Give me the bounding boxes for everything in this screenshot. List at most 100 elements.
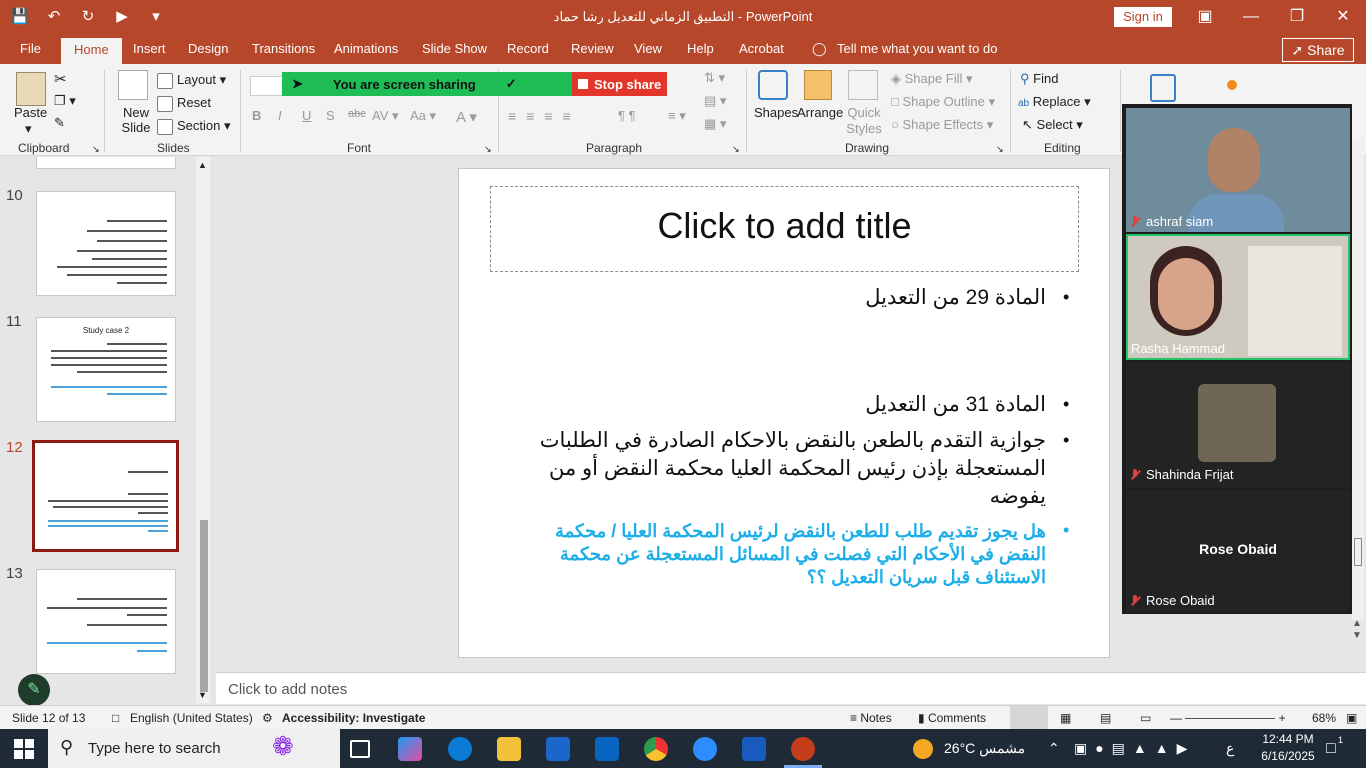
drawing-launcher-icon[interactable]: ↘ [996,144,1004,155]
font-launcher-icon[interactable]: ↘ [484,144,492,155]
copy-icon[interactable]: ❐ ▾ [54,93,76,109]
fit-slide-icon[interactable]: ▣ [1346,711,1357,725]
slide-thumbnail-10[interactable] [36,191,176,296]
shape-outline-button[interactable]: □ Shape Outline ▾ [891,94,995,110]
paste-dropdown-icon[interactable]: ▾ [25,121,32,137]
tab-acrobat[interactable]: Acrobat [739,41,784,56]
font-name-box[interactable] [250,76,286,96]
reading-view-icon[interactable]: ▤ [1100,711,1111,725]
slide-sorter-icon[interactable]: ▦ [1060,711,1071,725]
italic-button[interactable]: I [278,108,282,123]
tab-slide-show[interactable]: Slide Show [422,41,487,56]
quick-styles-icon[interactable] [848,70,878,100]
share-button[interactable]: ➚ Share [1282,38,1354,62]
paste-icon[interactable] [16,72,46,106]
share-tools-icons[interactable]: ✓ [506,76,517,92]
text-direction-icon[interactable]: ⇅ ▾ [704,70,725,86]
tab-animations[interactable]: Animations [334,41,398,56]
slide-question[interactable]: هل يجوز تقديم طلب للطعن بالنقض لرئيس الم… [514,520,1046,589]
change-case-button[interactable]: Aa ▾ [410,108,436,124]
shape-effects-button[interactable]: ○ Shape Effects ▾ [891,117,993,133]
notification-center-icon[interactable]: □ [1326,740,1336,758]
input-language[interactable]: ع [1226,740,1234,757]
editor-scroll-thumb[interactable] [1354,538,1362,566]
show-hidden-icons[interactable]: ⌃ [1048,740,1060,757]
taskbar-clock[interactable]: 12:44 PM 6/16/2025 [1258,731,1318,765]
stop-share-button[interactable]: Stop share [572,72,667,96]
font-color-button[interactable]: A ▾ [456,108,477,126]
weather-icon[interactable] [913,739,933,759]
tab-insert[interactable]: Insert [133,41,166,56]
minimize-button[interactable]: — [1238,4,1264,30]
tab-home[interactable]: Home [61,38,122,64]
tab-design[interactable]: Design [188,41,228,56]
new-slide-icon[interactable] [118,70,148,100]
taskbar-search[interactable]: ⚲ Type here to search ❁ [48,729,340,768]
tab-view[interactable]: View [634,41,662,56]
scroll-up-icon[interactable]: ▲ [198,160,207,170]
tab-record[interactable]: Record [507,41,549,56]
windows-start-icon[interactable] [14,739,34,759]
tell-me-search[interactable]: Tell me what you want to do [837,41,997,56]
find-button[interactable]: ⚲ Find [1020,71,1058,87]
select-button[interactable]: ↖ Select ▾ [1022,117,1083,133]
columns-button[interactable]: ≡ ▾ [668,108,686,124]
scrollbar-thumb[interactable] [200,520,208,692]
comments-button[interactable]: ▮ Comments [918,711,986,725]
task-view-icon[interactable] [350,740,370,758]
pin-icon[interactable]: ➤ [292,76,303,92]
slideshow-view-icon[interactable]: ▭ [1140,711,1151,725]
designer-icon[interactable] [1227,80,1237,90]
spelling-icon[interactable]: □ [112,711,119,725]
edge-icon[interactable] [448,737,472,761]
shapes-icon[interactable] [758,70,788,100]
ribbon-display-icon[interactable]: ▣ [1192,4,1218,30]
close-button[interactable]: ✕ [1330,4,1356,30]
reset-button[interactable]: Reset [157,95,211,112]
cut-icon[interactable]: ✂ [54,70,67,88]
rtl-ltr-buttons[interactable]: ¶ ¶ [618,108,636,123]
slide-title-placeholder[interactable]: Click to add title [490,205,1079,247]
notes-button[interactable]: ≡ Notes [850,711,892,725]
notes-placeholder[interactable]: Click to add notes [228,681,347,698]
bold-button[interactable]: B [252,108,261,123]
tab-file[interactable]: File [20,41,41,56]
scroll-down-icon[interactable]: ▼ [198,690,207,700]
slide-thumbnail-11[interactable]: Study case 2 [36,317,176,422]
replace-button[interactable]: ab Replace ▾ [1018,94,1091,110]
slide-thumbnail-13[interactable] [36,569,176,674]
zoom-level[interactable]: 68% [1312,711,1336,725]
notes-pane[interactable]: Click to add notes [216,672,1366,704]
underline-button[interactable]: U [302,108,311,123]
outlook-icon[interactable] [595,737,619,761]
store-icon[interactable] [546,737,570,761]
paragraph-alignment-buttons[interactable]: ≡≡≡≡ [508,108,581,124]
tab-help[interactable]: Help [687,41,714,56]
shadow-button[interactable]: S [326,108,335,123]
sign-in-button[interactable]: Sign in [1114,7,1172,27]
slide-bullet-3[interactable]: جوازية التقدم بالطعن بالنقض بالاحكام الص… [534,427,1046,511]
copilot-icon[interactable] [398,737,422,761]
zoom-slider[interactable]: — + [1170,711,1286,725]
smartart-icon[interactable]: ▦ ▾ [704,116,726,132]
normal-view-button[interactable] [1010,706,1048,729]
system-tray-icons[interactable]: ▣●▤▲▲▶ [1074,740,1195,757]
tab-transitions[interactable]: Transitions [252,41,315,56]
layout-button[interactable]: Layout ▾ [157,72,226,89]
section-button[interactable]: Section ▾ [157,118,231,135]
zoom-app-icon[interactable] [693,737,717,761]
word-icon[interactable] [742,737,766,761]
tab-review[interactable]: Review [571,41,614,56]
annotate-pen-icon[interactable]: ✎ [18,674,50,706]
prev-next-slide-icons[interactable]: ▲ ▼ [1352,618,1362,642]
arrange-icon[interactable] [804,70,832,100]
language-status[interactable]: English (United States) [130,711,253,725]
paste-button[interactable]: Paste [14,105,47,120]
format-painter-icon[interactable]: ✎ [54,115,65,131]
shapes-button[interactable]: Shapes [754,105,798,120]
paragraph-launcher-icon[interactable]: ↘ [732,144,740,155]
slide-bullet-1[interactable]: المادة 29 من التعديل [626,284,1046,312]
accessibility-status[interactable]: Accessibility: Investigate [282,711,425,725]
align-text-icon[interactable]: ▤ ▾ [704,93,726,109]
arrange-button[interactable]: Arrange [797,105,843,120]
